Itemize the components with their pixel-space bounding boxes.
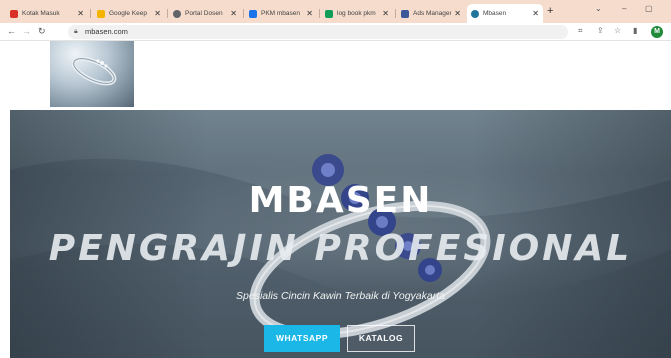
- tab-search-icon[interactable]: ⌄: [595, 4, 602, 13]
- profile-avatar[interactable]: M: [651, 26, 663, 38]
- hero-subtitle: PENGRAJIN PROFESIONAL: [48, 228, 633, 269]
- hero-tagline: Spesialis Cincin Kawin Terbaik di Yogyak…: [236, 290, 445, 302]
- tab-divider: [395, 9, 396, 18]
- tab-divider: [319, 9, 320, 18]
- tab-mbasen[interactable]: Mbasen ✕: [467, 4, 543, 23]
- portal-icon: [173, 9, 181, 18]
- close-tab-icon[interactable]: ✕: [77, 9, 84, 18]
- minimize-icon[interactable]: –: [622, 4, 626, 13]
- tab-pkm-mbasen[interactable]: PKM mbasen ✕: [245, 4, 317, 23]
- lock-icon[interactable]: 🔒︎: [74, 28, 78, 36]
- address-bar: ← → ↻ 🔒︎ mbasen.com ⌗ ⇪ ☆ ▮ M: [0, 23, 671, 41]
- katalog-button[interactable]: KATALOG: [347, 325, 415, 352]
- bookmark-star-icon[interactable]: ☆: [614, 26, 621, 35]
- tab-title: log book pkm: [337, 10, 376, 17]
- google-sheets-icon: [325, 9, 333, 18]
- hero-banner: MBASEN PENGRAJIN PROFESIONAL Spesialis C…: [10, 110, 671, 358]
- tab-title: Ads Manager: [413, 10, 452, 17]
- forward-arrow-icon[interactable]: →: [22, 26, 31, 36]
- tab-portal-dosen[interactable]: Portal Dosen ✕: [169, 4, 241, 23]
- tab-title: Google Keep: [109, 10, 147, 17]
- ring-logo-image: [71, 56, 117, 86]
- gmail-icon: [10, 9, 18, 18]
- url-field[interactable]: 🔒︎ mbasen.com: [68, 25, 568, 39]
- tab-log-book-pkm[interactable]: log book pkm ✕: [321, 4, 393, 23]
- close-tab-icon[interactable]: ✕: [306, 9, 313, 18]
- close-tab-icon[interactable]: ✕: [382, 9, 389, 18]
- back-arrow-icon[interactable]: ←: [7, 26, 16, 36]
- hero-title: MBASEN: [248, 180, 433, 221]
- tab-divider: [243, 9, 244, 18]
- google-drive-icon: [249, 9, 257, 18]
- tab-title: Mbasen: [483, 10, 507, 17]
- ads-manager-icon: [401, 9, 409, 18]
- site-logo[interactable]: [50, 41, 134, 107]
- tab-google-keep[interactable]: Google Keep ✕: [93, 4, 165, 23]
- url-text: mbasen.com: [85, 27, 128, 36]
- tab-title: Kotak Masuk: [22, 10, 60, 17]
- tab-strip: Kotak Masuk ✕ Google Keep ✕ Portal Dosen…: [0, 0, 671, 23]
- maximize-icon[interactable]: ▢: [645, 4, 653, 13]
- new-tab-button[interactable]: +: [547, 5, 553, 17]
- tab-kotak-masuk[interactable]: Kotak Masuk ✕: [6, 4, 88, 23]
- google-keep-icon: [97, 9, 105, 18]
- tab-divider: [167, 9, 168, 18]
- tab-title: PKM mbasen: [261, 10, 301, 17]
- close-tab-icon[interactable]: ✕: [454, 9, 461, 18]
- close-tab-icon[interactable]: ✕: [532, 9, 539, 18]
- close-tab-icon[interactable]: ✕: [230, 9, 237, 18]
- whatsapp-button[interactable]: WHATSAPP: [264, 325, 340, 352]
- tab-ads-manager[interactable]: Ads Manager ✕: [397, 4, 465, 23]
- share-icon[interactable]: ⇪: [597, 26, 604, 35]
- reload-icon[interactable]: ↻: [38, 26, 46, 37]
- tab-title: Portal Dosen: [185, 10, 223, 17]
- translate-icon[interactable]: ⌗: [578, 26, 583, 36]
- side-panel-icon[interactable]: ▮: [633, 26, 637, 35]
- wordpress-icon: [471, 9, 479, 18]
- close-tab-icon[interactable]: ✕: [154, 9, 161, 18]
- tab-divider: [90, 9, 91, 18]
